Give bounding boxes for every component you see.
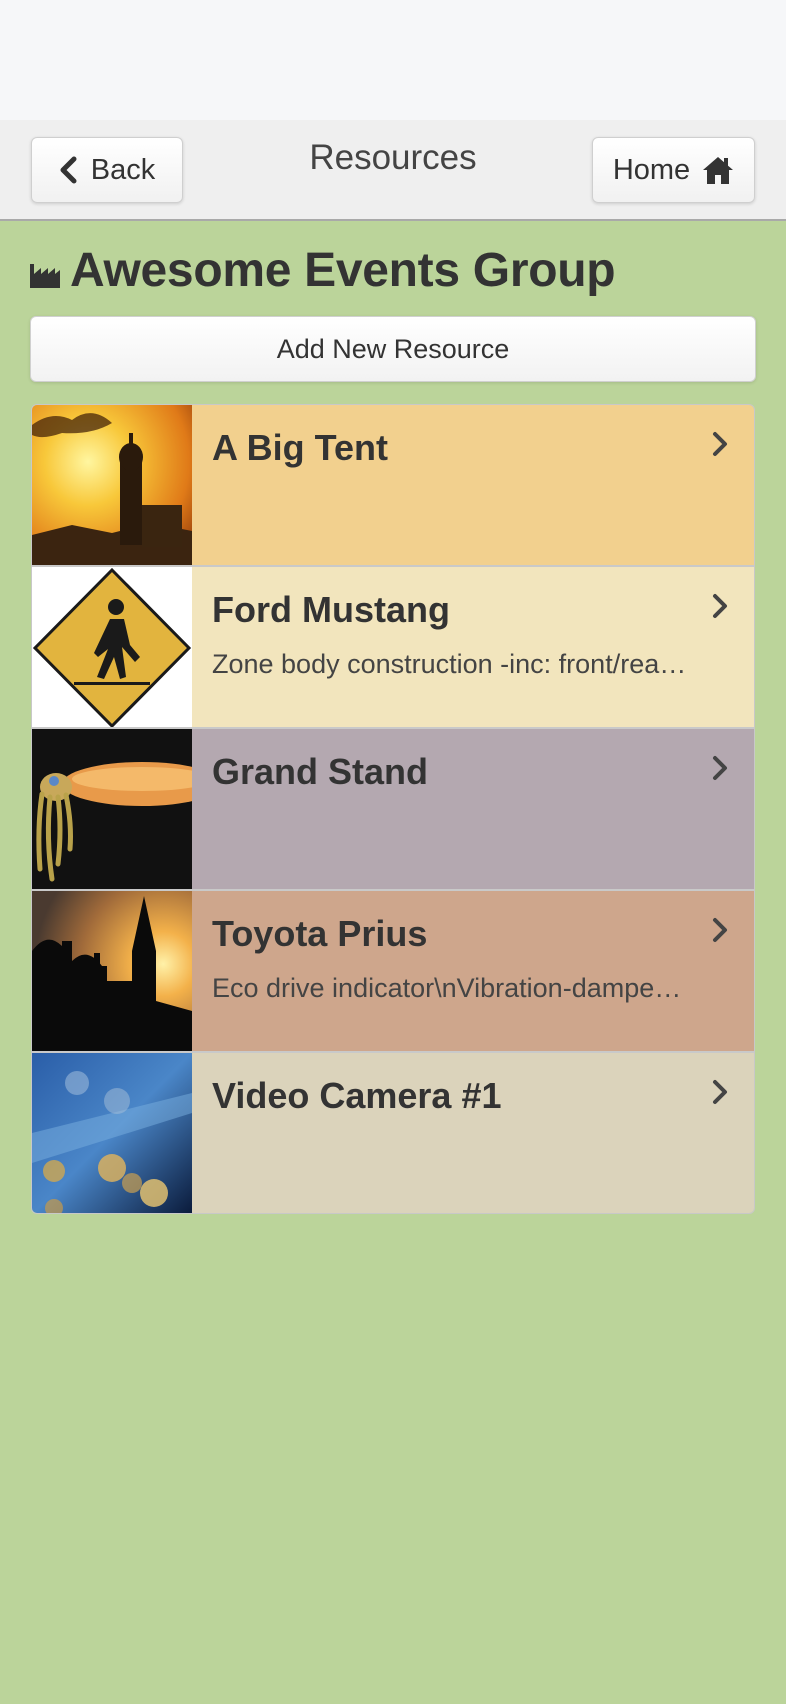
home-icon xyxy=(703,157,734,184)
resource-name: Ford Mustang xyxy=(212,589,450,630)
header-bar: Back Resources Home xyxy=(0,120,786,221)
group-heading: Awesome Events Group xyxy=(30,240,616,300)
resource-thumbnail xyxy=(32,567,192,727)
item-body: Toyota Prius Eco drive indicator\nVibrat… xyxy=(192,891,754,1051)
add-new-resource-button[interactable]: Add New Resource xyxy=(30,316,756,382)
item-body: Video Camera #1 xyxy=(192,1053,754,1213)
list-item[interactable]: A Big Tent xyxy=(32,405,754,567)
resource-description: Eco drive indicator\nVibration-dampening xyxy=(212,973,694,1003)
list-item[interactable]: Ford Mustang Zone body construction -inc… xyxy=(32,567,754,729)
resource-name: Grand Stand xyxy=(212,751,429,792)
chevron-right-icon xyxy=(713,594,727,618)
resource-description: Zone body construction -inc: front/rear … xyxy=(212,649,694,679)
pedestrian-sign-image xyxy=(32,567,192,727)
item-body: Ford Mustang Zone body construction -inc… xyxy=(192,567,754,727)
resource-thumbnail xyxy=(32,405,192,565)
resource-name: Toyota Prius xyxy=(212,913,428,954)
home-button[interactable]: Home xyxy=(592,137,755,203)
item-body: A Big Tent xyxy=(192,405,754,565)
factory-icon xyxy=(30,264,60,288)
resource-name: Video Camera #1 xyxy=(212,1075,502,1116)
chevron-right-icon xyxy=(713,1080,727,1104)
chevron-right-icon xyxy=(713,432,727,456)
bokeh-lights-image xyxy=(32,1053,192,1213)
minaret-silhouette-image xyxy=(32,891,192,1051)
resource-thumbnail xyxy=(32,891,192,1051)
resource-list: A Big Tent Ford Mustang Zone body constr… xyxy=(31,404,755,1214)
group-title: Awesome Events Group xyxy=(70,243,616,297)
list-item[interactable]: Video Camera #1 xyxy=(32,1053,754,1213)
item-body: Grand Stand xyxy=(192,729,754,889)
chevron-right-icon xyxy=(713,756,727,780)
cuttlefish-image xyxy=(32,729,192,889)
home-button-label: Home xyxy=(612,153,691,186)
resource-thumbnail xyxy=(32,1053,192,1213)
sunset-church-image xyxy=(32,405,192,565)
status-bar xyxy=(0,0,786,120)
list-item[interactable]: Toyota Prius Eco drive indicator\nVibrat… xyxy=(32,891,754,1053)
resource-name: A Big Tent xyxy=(212,427,388,468)
chevron-right-icon xyxy=(713,918,727,942)
resource-thumbnail xyxy=(32,729,192,889)
list-item[interactable]: Grand Stand xyxy=(32,729,754,891)
